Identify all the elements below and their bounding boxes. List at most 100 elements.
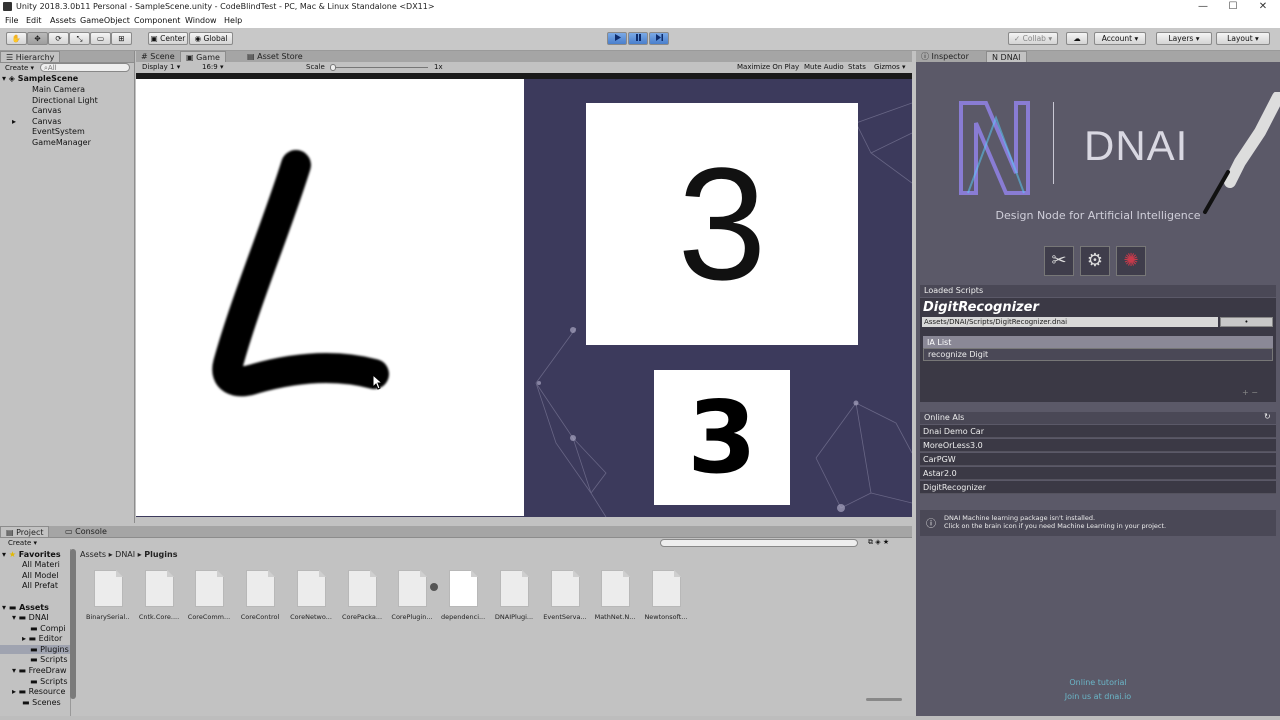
expand-arrow-icon[interactable]: ▸ [12,117,16,126]
scale-slider-track[interactable] [330,67,428,68]
folder-item[interactable]: ▸ ▬ Editor [22,634,62,643]
script-menu-button[interactable]: • [1220,317,1273,327]
favorite-item[interactable]: All Materi [22,560,60,569]
expand-asset-icon[interactable] [430,583,438,591]
icon-size-slider[interactable] [866,698,902,701]
tools-icon[interactable]: ✂ [1044,246,1074,276]
hierarchy-item[interactable]: Directional Light [32,96,98,105]
menu-gameobject[interactable]: GameObject [80,16,130,25]
menu-file[interactable]: File [5,16,18,25]
asset-file[interactable]: CorePacka... [340,570,384,621]
ia-add-remove-icon[interactable]: + − [1242,388,1258,397]
layers-button[interactable]: Layers ▾ [1156,32,1212,45]
asset-file[interactable]: DNAIPlugi... [492,570,536,621]
asset-file[interactable]: CorePlugin... [390,570,434,621]
drawing-canvas[interactable] [136,79,524,516]
aspect-dropdown[interactable]: 16:9 ▾ [202,63,223,72]
hierarchy-item[interactable]: GameManager [32,138,91,147]
favorite-item[interactable]: All Model [22,571,58,580]
dnai-website-link[interactable]: Join us at dnai.io [916,692,1280,701]
menu-window[interactable]: Window [185,16,217,25]
tab-dnai[interactable]: N DNAI [986,51,1027,62]
asset-file[interactable]: CoreComm... [187,570,231,621]
scale-tool-icon[interactable]: ⤡ [69,32,90,45]
asset-file[interactable]: CoreControl [238,570,282,621]
move-tool-icon[interactable]: ✥ [27,32,48,45]
online-ai-item[interactable]: DigitRecognizer [920,481,1276,494]
hand-tool-icon[interactable]: ✋ [6,32,27,45]
folder-item[interactable]: ▬ Scripts [30,655,67,664]
online-tutorial-link[interactable]: Online tutorial [916,678,1280,687]
collab-button[interactable]: ✓ Collab ▾ [1008,32,1058,45]
tab-asset-store[interactable]: ▤ Asset Store [242,51,308,62]
hierarchy-item[interactable]: Main Camera [32,85,85,94]
tab-project[interactable]: ▤ Project [0,526,50,537]
filter-icons[interactable]: ⧉ ◈ ★ [868,538,889,547]
online-ai-item[interactable]: MoreOrLess3.0 [920,439,1276,452]
gizmos-dropdown[interactable]: Gizmos ▾ [874,63,906,72]
account-button[interactable]: Account ▾ [1094,32,1146,45]
transform-tool-icon[interactable]: ⊞ [111,32,132,45]
pause-button[interactable] [628,32,648,45]
hierarchy-create-button[interactable]: Create ▾ [5,64,34,73]
breadcrumb-item[interactable]: Plugins [144,550,177,559]
breadcrumb-item[interactable]: Assets [80,550,106,559]
tab-console[interactable]: ▭ Console [60,526,112,537]
asset-file[interactable]: Cntk.Core.... [137,570,181,621]
layout-button[interactable]: Layout ▾ [1216,32,1270,45]
pivot-toggle-button[interactable]: ▣ Center [148,32,188,45]
minimize-button[interactable]: — [1188,0,1218,15]
online-ai-item[interactable]: Astar2.0 [920,467,1276,480]
assets-header[interactable]: ▾ ▬ Assets [2,603,49,612]
tab-scene[interactable]: # Scene [136,51,180,62]
breadcrumb-item[interactable]: DNAI [115,550,135,559]
project-create-button[interactable]: Create ▾ [8,539,37,548]
maximize-button[interactable]: ☐ [1218,0,1248,15]
online-ai-item[interactable]: CarPGW [920,453,1276,466]
scene-root[interactable]: ▾ ◈ SampleScene [2,74,78,83]
folder-item[interactable]: ▬ Scenes [22,698,61,707]
asset-file[interactable]: Newtonsoft... [644,570,688,621]
folder-item-selected[interactable]: ▬ Plugins [0,645,70,654]
menu-component[interactable]: Component [134,16,180,25]
tab-inspector[interactable]: ⓘ Inspector [916,51,974,62]
favorite-item[interactable]: All Prefat [22,581,58,590]
hierarchy-search-input[interactable]: ⌕All [40,63,130,72]
play-button[interactable] [607,32,627,45]
scale-slider-handle[interactable] [330,64,336,71]
menu-edit[interactable]: Edit [26,16,42,25]
rotate-tool-icon[interactable]: ⟳ [48,32,69,45]
hierarchy-item[interactable]: Canvas [32,117,61,126]
tab-hierarchy[interactable]: ☰ Hierarchy [0,51,61,62]
tab-game[interactable]: ▣ Game [180,51,226,62]
folder-item[interactable]: ▾ ▬ DNAI [12,613,49,622]
ia-list-item[interactable]: recognize Digit [923,348,1273,361]
asset-file[interactable]: MathNet.N... [593,570,637,621]
display-dropdown[interactable]: Display 1 ▾ [142,63,180,72]
script-path-field[interactable]: Assets/DNAI/Scripts/DigitRecognizer.dnai [922,317,1218,327]
asset-file[interactable]: EventServa... [543,570,587,621]
folder-item[interactable]: ▬ Compi [30,624,66,633]
space-toggle-button[interactable]: ◉ Global [189,32,233,45]
step-button[interactable] [649,32,669,45]
asset-file[interactable]: CoreNetwo... [289,570,333,621]
folder-item[interactable]: ▾ ▬ FreeDraw [12,666,67,675]
hierarchy-item[interactable]: Canvas [32,106,61,115]
stats-toggle[interactable]: Stats [848,63,866,72]
mute-audio-toggle[interactable]: Mute Audio [804,63,844,72]
close-button[interactable]: ✕ [1248,0,1278,15]
brain-icon[interactable]: ✺ [1116,246,1146,276]
tree-scrollbar[interactable] [70,549,76,699]
menu-assets[interactable]: Assets [50,16,76,25]
rect-tool-icon[interactable]: ▭ [90,32,111,45]
folder-item[interactable]: ▬ Scripts [30,677,67,686]
refresh-icon[interactable]: ↻ [1264,412,1271,421]
project-search-input[interactable] [660,539,858,547]
maximize-on-play-toggle[interactable]: Maximize On Play [737,63,799,72]
favorites-header[interactable]: ▾ ★ Favorites [2,550,61,559]
folder-item[interactable]: ▸ ▬ Resource [12,687,65,696]
menu-help[interactable]: Help [224,16,242,25]
asset-file[interactable]: dependenci... [441,570,485,621]
settings-gear-icon[interactable]: ⚙ [1080,246,1110,276]
hierarchy-item[interactable]: EventSystem [32,127,85,136]
